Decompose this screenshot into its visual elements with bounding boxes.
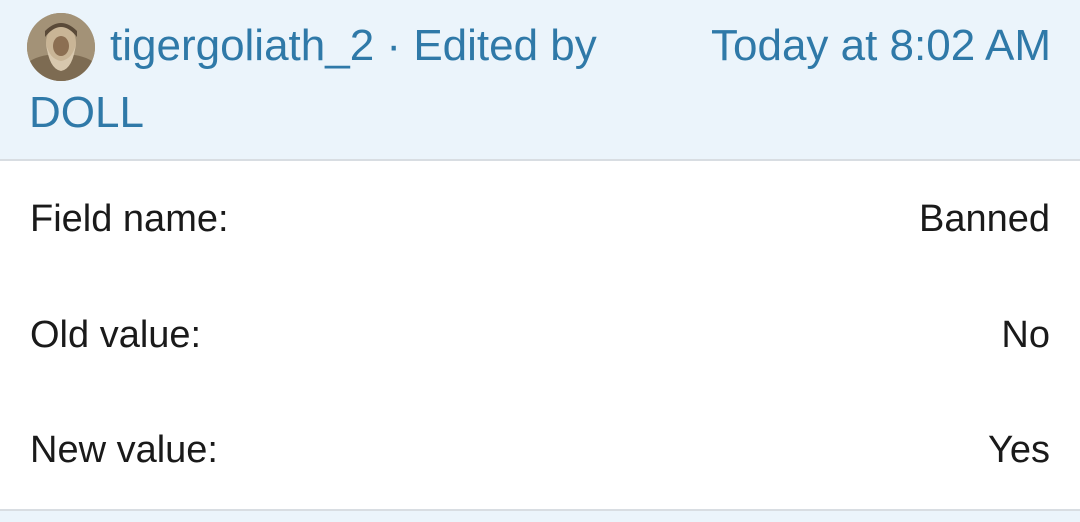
old-value-value: No (1001, 314, 1050, 356)
new-value-label: New value: (30, 429, 218, 471)
edited-by-label: Edited by (413, 21, 597, 70)
field-name-row: Field name: Banned (0, 194, 1080, 244)
history-entry-header: tigergoliath_2 · Edited by Today at 8:02… (0, 0, 1080, 161)
change-details: Field name: Banned Old value: No New val… (0, 161, 1080, 509)
editor-name-line: DOLL (29, 88, 144, 138)
author-link[interactable]: tigergoliath_2 (110, 21, 374, 70)
entry-author-line: tigergoliath_2 · Edited by (110, 21, 597, 71)
new-value-value: Yes (988, 429, 1050, 471)
new-value-row: New value: Yes (0, 425, 1080, 475)
field-name-label: Field name: (30, 198, 229, 240)
editor-link[interactable]: DOLL (29, 88, 144, 137)
next-entry-divider (0, 509, 1080, 522)
separator-dot: · (374, 21, 414, 70)
field-name-value: Banned (918, 198, 1050, 240)
user-avatar-icon[interactable] (27, 13, 95, 81)
old-value-label: Old value: (30, 314, 202, 356)
entry-timestamp: Today at 8:02 AM (711, 21, 1051, 70)
old-value-row: Old value: No (0, 310, 1080, 360)
